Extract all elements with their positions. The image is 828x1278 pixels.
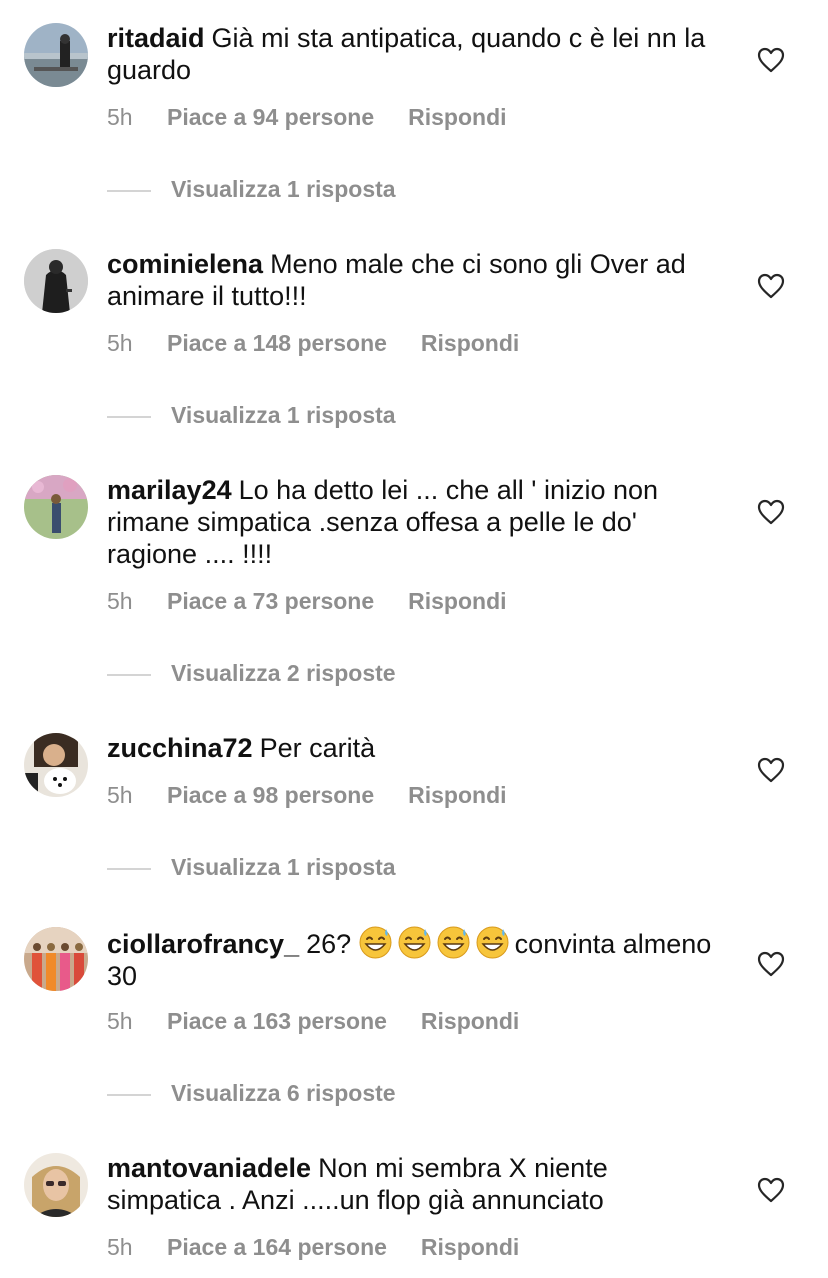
comment-time: 5h bbox=[107, 1234, 133, 1260]
avatar[interactable] bbox=[24, 475, 88, 539]
comment-meta: 5h Piace a 94 persone Rispondi bbox=[107, 102, 507, 132]
replies-divider bbox=[107, 673, 151, 676]
reply-button[interactable]: Rispondi bbox=[408, 588, 506, 614]
replies-divider bbox=[107, 189, 151, 192]
comment-username[interactable]: ciollarofrancy_ bbox=[107, 929, 299, 959]
view-replies-label: Visualizza 1 risposta bbox=[171, 854, 396, 880]
replies-divider bbox=[107, 867, 151, 870]
reply-button[interactable]: Rispondi bbox=[408, 104, 506, 130]
view-replies-label: Visualizza 1 risposta bbox=[171, 402, 396, 428]
comment-meta: 5h Piace a 163 persone Rispondi bbox=[107, 1006, 519, 1036]
reply-button[interactable]: Rispondi bbox=[421, 1008, 519, 1034]
view-replies-label: Visualizza 6 risposte bbox=[171, 1080, 396, 1106]
like-heart-icon[interactable] bbox=[757, 951, 785, 977]
view-replies-button[interactable]: Visualizza 6 risposte bbox=[107, 1078, 396, 1108]
avatar[interactable] bbox=[24, 1153, 88, 1217]
comment-text: Per carità bbox=[259, 733, 376, 763]
reply-button[interactable]: Rispondi bbox=[421, 1234, 519, 1260]
comment-time: 5h bbox=[107, 782, 133, 808]
avatar[interactable] bbox=[24, 927, 88, 991]
comment-likes[interactable]: Piace a 164 persone bbox=[167, 1232, 387, 1262]
like-heart-icon[interactable] bbox=[757, 499, 785, 525]
view-replies-label: Visualizza 1 risposta bbox=[171, 176, 396, 202]
comment-likes[interactable]: Piace a 148 persone bbox=[167, 328, 387, 358]
grinning-sweat-emoji bbox=[476, 926, 509, 959]
comment-username[interactable]: ritadaid bbox=[107, 23, 205, 53]
comment-username[interactable]: marilay24 bbox=[107, 475, 232, 505]
comment-time: 5h bbox=[107, 104, 133, 130]
view-replies-button[interactable]: Visualizza 1 risposta bbox=[107, 400, 396, 430]
like-heart-icon[interactable] bbox=[757, 47, 785, 73]
view-replies-button[interactable]: Visualizza 1 risposta bbox=[107, 852, 396, 882]
comment-meta: 5h Piace a 98 persone Rispondi bbox=[107, 780, 507, 810]
grinning-sweat-emoji bbox=[437, 926, 470, 959]
comment-username[interactable]: mantovaniadele bbox=[107, 1153, 311, 1183]
view-replies-button[interactable]: Visualizza 1 risposta bbox=[107, 174, 396, 204]
comment-body: ciollarofrancy_ 26? convinta almeno 30 bbox=[107, 926, 727, 992]
view-replies-label: Visualizza 2 risposte bbox=[171, 660, 396, 686]
comment-likes[interactable]: Piace a 94 persone bbox=[167, 102, 374, 132]
comment-text-before: 26? bbox=[306, 929, 352, 959]
avatar[interactable] bbox=[24, 23, 88, 87]
comment-body: ritadaid Già mi sta antipatica, quando c … bbox=[107, 22, 727, 86]
comment-body: cominielena Meno male che ci sono gli Ove… bbox=[107, 248, 727, 312]
reply-button[interactable]: Rispondi bbox=[421, 330, 519, 356]
comment-likes[interactable]: Piace a 163 persone bbox=[167, 1006, 387, 1036]
comment-meta: 5h Piace a 73 persone Rispondi bbox=[107, 586, 507, 616]
replies-divider bbox=[107, 415, 151, 418]
comment-likes[interactable]: Piace a 73 persone bbox=[167, 586, 374, 616]
like-heart-icon[interactable] bbox=[757, 757, 785, 783]
comment-meta: 5h Piace a 164 persone Rispondi bbox=[107, 1232, 519, 1262]
comment-time: 5h bbox=[107, 330, 133, 356]
avatar[interactable] bbox=[24, 733, 88, 797]
comment-time: 5h bbox=[107, 588, 133, 614]
like-heart-icon[interactable] bbox=[757, 1177, 785, 1203]
like-heart-icon[interactable] bbox=[757, 273, 785, 299]
avatar[interactable] bbox=[24, 249, 88, 313]
comment-username[interactable]: cominielena bbox=[107, 249, 263, 279]
view-replies-button[interactable]: Visualizza 2 risposte bbox=[107, 658, 396, 688]
comment-username[interactable]: zucchina72 bbox=[107, 733, 253, 763]
replies-divider bbox=[107, 1093, 151, 1096]
comment-body: mantovaniadele Non mi sembra X niente sim… bbox=[107, 1152, 727, 1216]
comment-body: zucchina72 Per carità bbox=[107, 732, 727, 764]
comment-meta: 5h Piace a 148 persone Rispondi bbox=[107, 328, 519, 358]
grinning-sweat-emoji bbox=[359, 926, 392, 959]
comment-time: 5h bbox=[107, 1008, 133, 1034]
comment-likes[interactable]: Piace a 98 persone bbox=[167, 780, 374, 810]
grinning-sweat-emoji bbox=[398, 926, 431, 959]
reply-button[interactable]: Rispondi bbox=[408, 782, 506, 808]
comment-body: marilay24 Lo ha detto lei ... che all ' i… bbox=[107, 474, 727, 570]
